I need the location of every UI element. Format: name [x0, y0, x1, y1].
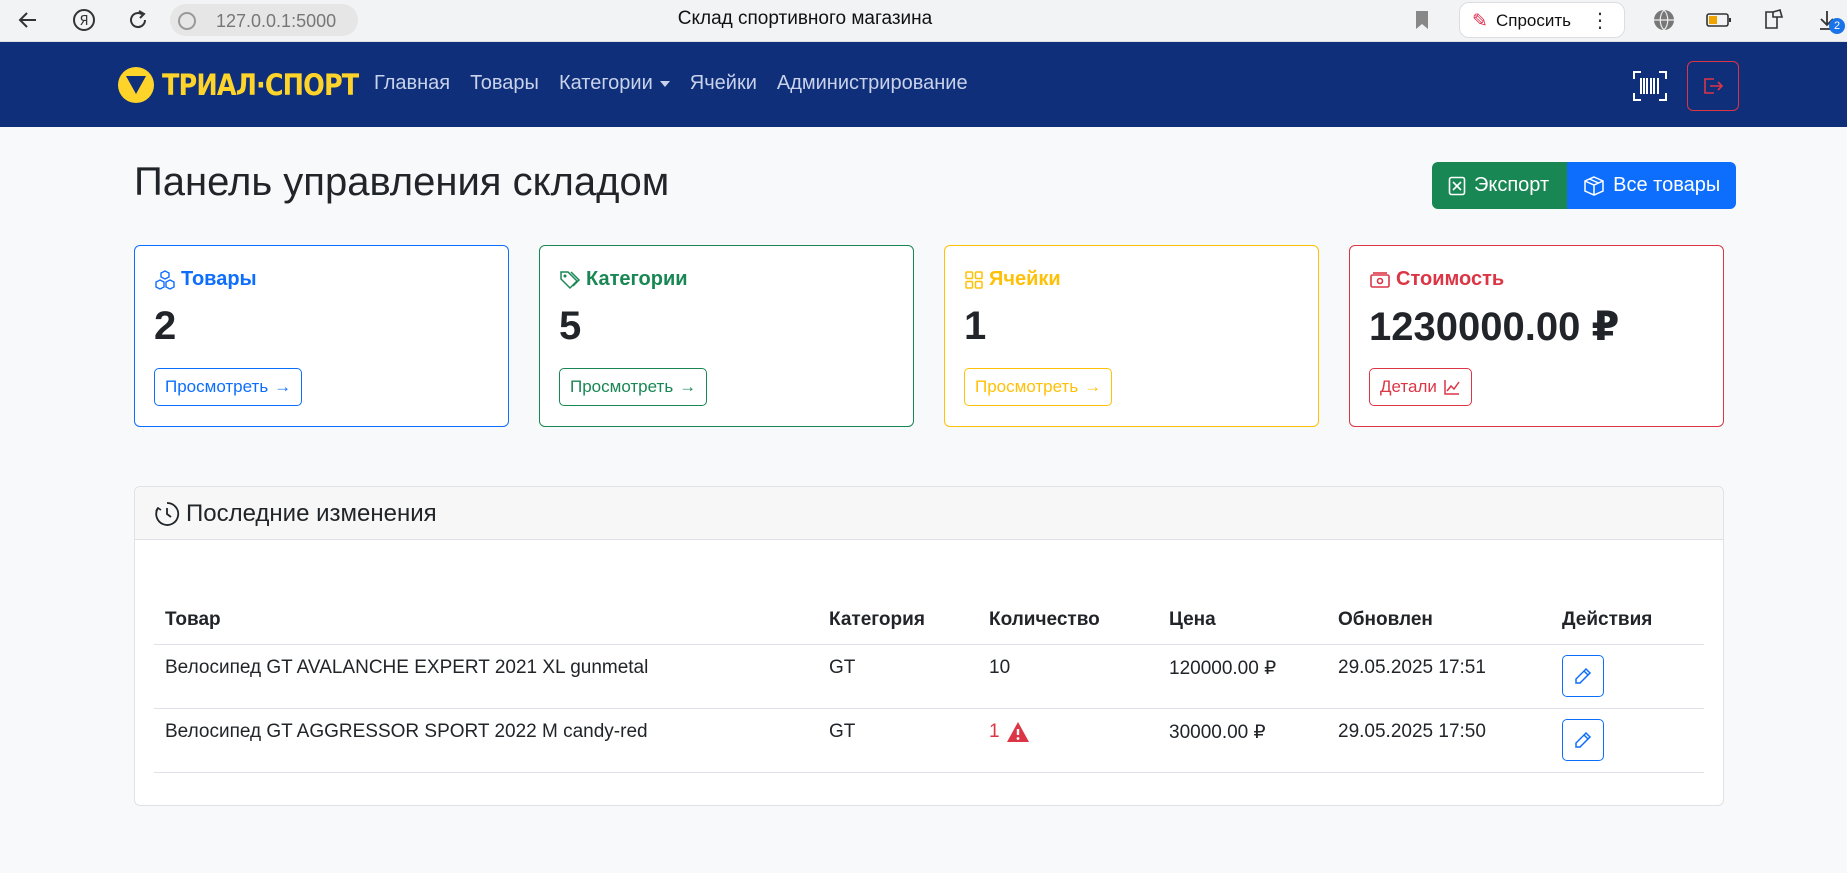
- table-row: Велосипед GT AGGRESSOR SPORT 2022 M cand…: [154, 709, 1704, 773]
- brand-logo[interactable]: ТРИАЛ·СПОРТ: [118, 65, 385, 105]
- cell-quantity-low: 1: [989, 721, 1030, 743]
- cell-product: Велосипед GT AGGRESSOR SPORT 2022 M cand…: [165, 721, 648, 742]
- view-categories-button[interactable]: Просмотреть →: [559, 368, 708, 406]
- stat-title-text: Ячейки: [989, 268, 1061, 290]
- stat-title-text: Категории: [586, 268, 688, 290]
- navbar: ТРИАЛ·СПОРТ Главная Товары Категории Яче…: [0, 42, 1847, 127]
- graph-up-icon: [1444, 380, 1460, 395]
- box-icon: [1584, 175, 1604, 196]
- tags-icon: [560, 270, 581, 289]
- downloads-icon[interactable]: 2: [1812, 4, 1845, 36]
- globe-icon[interactable]: [1648, 4, 1680, 36]
- view-button-label: Просмотреть: [570, 377, 674, 396]
- column-header-quantity: Количество: [989, 609, 1100, 630]
- nav-link-products[interactable]: Товары: [470, 72, 539, 95]
- arrow-right-icon: →: [274, 377, 292, 396]
- cell-quantity: 10: [989, 657, 1011, 678]
- cash-icon: [1370, 271, 1390, 288]
- all-products-label: Все товары: [1613, 174, 1721, 196]
- view-products-button[interactable]: Просмотреть →: [154, 368, 303, 406]
- warning-triangle-icon: [1006, 722, 1029, 742]
- pencil-icon: [1575, 731, 1592, 748]
- panel-title-text: Последние изменения: [186, 500, 437, 527]
- table-row: Велосипед GT AVALANCHE EXPERT 2021 XL gu…: [154, 645, 1704, 709]
- view-cells-button[interactable]: Просмотреть →: [964, 368, 1113, 406]
- arrow-right-icon: →: [679, 377, 697, 396]
- nav-link-categories-label: Категории: [558, 72, 653, 94]
- browser-toolbar: Я 127.0.0.1:5000 Склад спортивного магаз…: [0, 0, 1847, 42]
- arrow-right-icon: →: [1084, 377, 1102, 396]
- clock-history-icon: [155, 502, 180, 526]
- stat-value: 5: [559, 304, 582, 348]
- edit-button[interactable]: [1562, 655, 1604, 697]
- brand-name: ТРИАЛ·СПОРТ: [162, 68, 359, 102]
- grid-icon: [965, 270, 983, 289]
- barcode-icon: [1633, 71, 1667, 101]
- stat-card-title: Категории: [559, 268, 688, 291]
- header-button-group: Экспорт Все товары: [1432, 162, 1737, 209]
- stat-card-categories: Категории 5 Просмотреть →: [539, 245, 914, 427]
- ask-label: Спросить: [1496, 11, 1572, 30]
- nav-link-admin[interactable]: Администрирование: [777, 72, 968, 95]
- stat-title-text: Стоимость: [1396, 268, 1505, 290]
- cell-updated: 29.05.2025 17:50: [1338, 721, 1486, 742]
- view-button-label: Просмотреть: [975, 377, 1079, 396]
- tab-title: Склад спортивного магазина: [677, 8, 933, 29]
- battery-icon: [1703, 4, 1735, 36]
- cell-category: GT: [829, 721, 856, 742]
- page-title: Панель управления складом: [134, 160, 670, 204]
- column-header-category: Категория: [829, 609, 925, 630]
- column-header-product: Товар: [165, 609, 221, 630]
- stat-value: 1: [964, 304, 987, 348]
- more-menu-icon[interactable]: ⋮: [1590, 8, 1610, 33]
- cell-product: Велосипед GT AVALANCHE EXPERT 2021 XL gu…: [165, 657, 649, 678]
- column-header-updated: Обновлен: [1338, 609, 1433, 630]
- bookmark-icon[interactable]: [1406, 4, 1438, 36]
- recent-changes-panel: Последние изменения Товар Категория Коли…: [134, 486, 1724, 806]
- details-button[interactable]: Детали: [1369, 368, 1472, 406]
- all-products-button[interactable]: Все товары: [1567, 162, 1737, 209]
- cell-price: 30000.00 ₽: [1169, 722, 1266, 743]
- table-header: Товар Категория Количество Цена Обновлен…: [154, 597, 1704, 645]
- brand-mark-icon: [118, 67, 154, 103]
- ask-button[interactable]: ✎ Спросить ⋮: [1459, 2, 1625, 38]
- details-button-label: Детали: [1380, 377, 1437, 396]
- nav-link-cells[interactable]: Ячейки: [690, 72, 757, 95]
- cell-category: GT: [829, 657, 856, 678]
- export-button[interactable]: Экспорт: [1432, 162, 1568, 209]
- stat-title-text: Товары: [181, 268, 257, 290]
- extensions-icon[interactable]: [1758, 4, 1790, 36]
- logout-icon: [1704, 78, 1724, 94]
- cell-price: 120000.00 ₽: [1169, 658, 1277, 679]
- panel-header: Последние изменения: [135, 487, 1723, 540]
- stat-card-title: Товары: [154, 268, 257, 291]
- nav-link-categories[interactable]: Категории: [559, 72, 670, 95]
- view-button-label: Просмотреть: [165, 377, 269, 396]
- ask-ai-icon: ✎: [1472, 11, 1488, 32]
- logout-button[interactable]: [1687, 61, 1739, 111]
- boxes-icon: [155, 269, 175, 290]
- stat-card-products: Товары 2 Просмотреть →: [134, 245, 509, 427]
- cell-updated: 29.05.2025 17:51: [1338, 657, 1486, 678]
- stat-value: 2: [154, 304, 177, 348]
- column-header-price: Цена: [1169, 609, 1216, 630]
- quantity-value: 1: [989, 721, 1000, 742]
- downloads-badge: 2: [1829, 18, 1845, 34]
- barcode-scan-button[interactable]: [1632, 70, 1668, 102]
- stat-card-title: Стоимость: [1369, 268, 1504, 291]
- nav-links: Главная Товары Категории Ячейки Админист…: [374, 72, 968, 95]
- stat-card-cells: Ячейки 1 Просмотреть →: [944, 245, 1319, 427]
- stat-value: 1230000.00 ₽: [1369, 305, 1620, 349]
- nav-link-home[interactable]: Главная: [374, 72, 450, 95]
- column-header-actions: Действия: [1562, 609, 1653, 630]
- stat-card-title: Ячейки: [964, 268, 1061, 291]
- excel-file-icon: [1448, 176, 1466, 195]
- stat-card-value: Стоимость 1230000.00 ₽ Детали: [1349, 245, 1724, 427]
- edit-button[interactable]: [1562, 719, 1604, 761]
- panel-title: Последние изменения: [154, 500, 437, 528]
- caret-down-icon: [659, 80, 670, 87]
- export-label: Экспорт: [1474, 174, 1550, 196]
- pencil-icon: [1575, 667, 1592, 684]
